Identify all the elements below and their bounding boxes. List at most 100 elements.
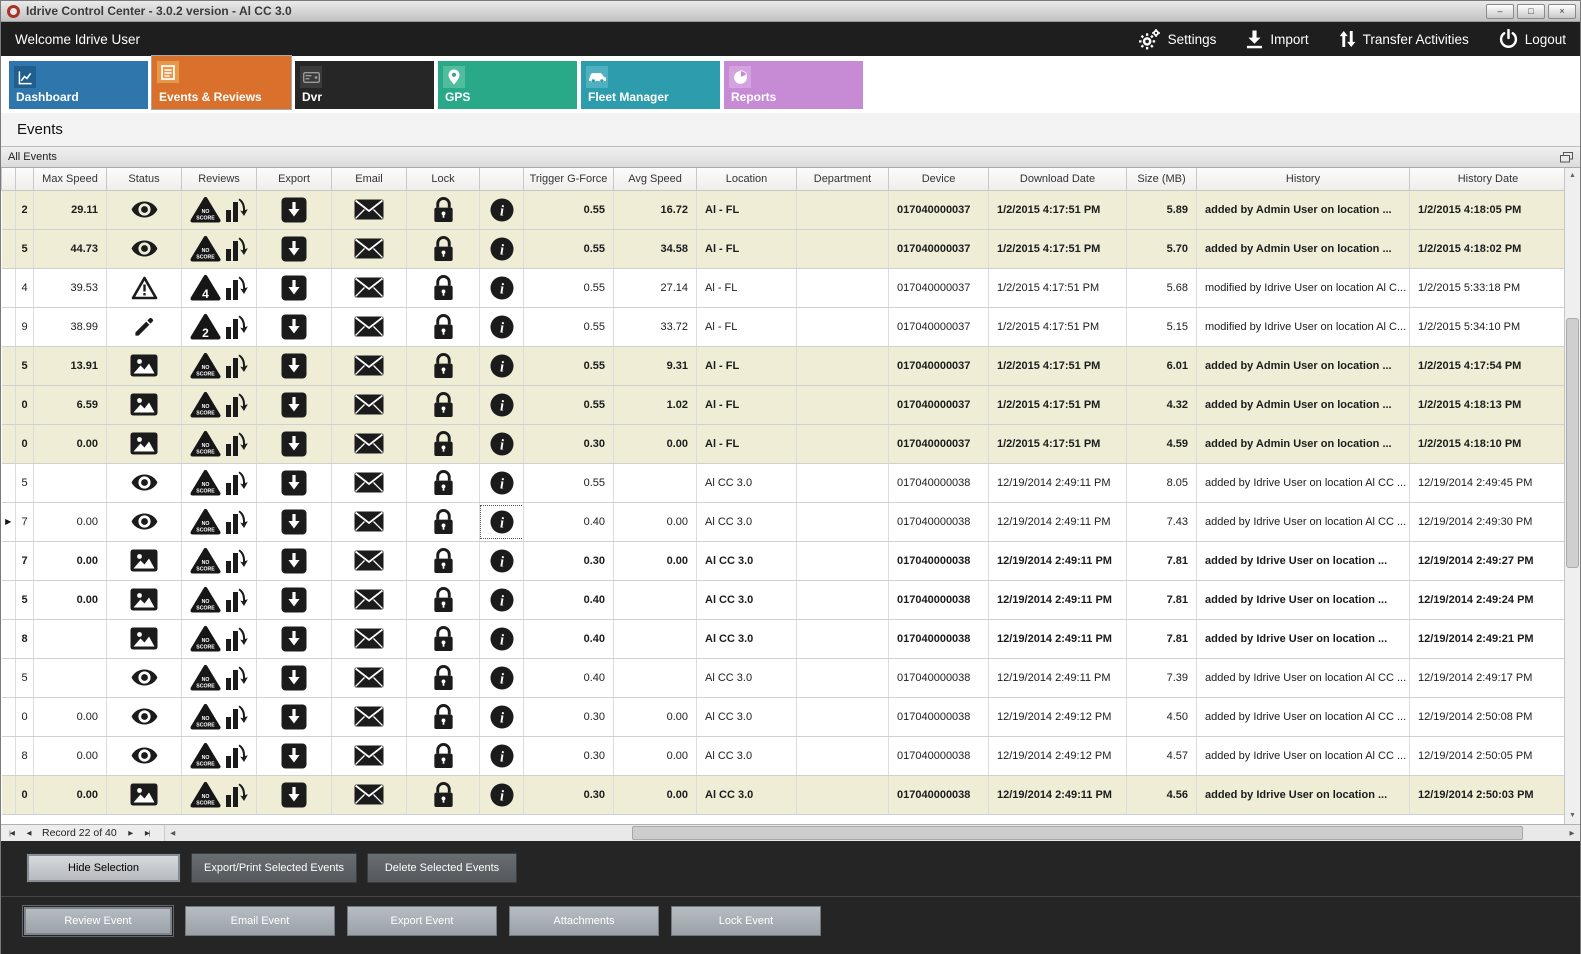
email-envelope-icon[interactable] (354, 394, 384, 415)
info-circle-icon[interactable]: i (490, 315, 514, 339)
review-chart-icon[interactable] (225, 743, 248, 769)
export-download-icon[interactable] (281, 665, 307, 691)
column-header-export[interactable]: Export (257, 168, 332, 190)
padlock-icon[interactable] (433, 626, 454, 652)
export-download-icon[interactable] (281, 626, 307, 652)
review-chart-icon[interactable] (225, 509, 248, 535)
event-row[interactable]: 70.00NOSCOREi0.300.00Al CC 3.00170400000… (2, 541, 1567, 580)
event-row[interactable]: 229.11NOSCOREi0.5516.72Al - FL0170400000… (2, 190, 1567, 229)
export-download-icon[interactable] (281, 275, 307, 301)
info-circle-icon[interactable]: i (490, 471, 514, 495)
export-download-icon[interactable] (281, 392, 307, 418)
column-header-lock[interactable]: Lock (407, 168, 480, 190)
column-header-history[interactable]: History (1197, 168, 1410, 190)
column-header-device[interactable]: Device (889, 168, 989, 190)
email-envelope-icon[interactable] (354, 784, 384, 805)
attachments-button[interactable]: Attachments (509, 906, 659, 936)
export-download-icon[interactable] (281, 548, 307, 574)
column-header-info[interactable] (480, 168, 524, 190)
review-chart-icon[interactable] (225, 236, 248, 262)
info-circle-icon[interactable]: i (490, 393, 514, 417)
email-envelope-icon[interactable] (354, 706, 384, 727)
tab-gps[interactable]: GPS (438, 61, 577, 109)
info-circle-icon[interactable]: i (490, 432, 514, 456)
no-score-badge[interactable]: NOSCORE (190, 508, 221, 536)
info-circle-icon[interactable]: i (490, 237, 514, 261)
padlock-icon[interactable] (433, 353, 454, 379)
info-circle-icon[interactable]: i (490, 354, 514, 378)
padlock-icon[interactable] (433, 236, 454, 262)
scroll-right-icon[interactable]: ▶ (1564, 825, 1580, 841)
settings-button[interactable]: Settings (1138, 28, 1217, 50)
padlock-icon[interactable] (433, 314, 454, 340)
export-download-icon[interactable] (281, 509, 307, 535)
export-download-icon[interactable] (281, 587, 307, 613)
export-print-selected-events-button[interactable]: Export/Print Selected Events (191, 853, 357, 883)
padlock-icon[interactable] (433, 743, 454, 769)
export-download-icon[interactable] (281, 236, 307, 262)
review-chart-icon[interactable] (225, 782, 248, 808)
export-download-icon[interactable] (281, 743, 307, 769)
email-envelope-icon[interactable] (354, 355, 384, 376)
event-row[interactable]: ▶70.00NOSCOREi0.400.00Al CC 3.0017040000… (2, 502, 1567, 541)
tab-events-reviews[interactable]: Events & Reviews (152, 56, 291, 109)
score-badge[interactable]: 2 (190, 313, 221, 341)
email-envelope-icon[interactable] (354, 511, 384, 532)
event-row[interactable]: 544.73NOSCOREi0.5534.58Al - FL0170400000… (2, 229, 1567, 268)
padlock-icon[interactable] (433, 392, 454, 418)
info-circle-icon[interactable]: i (490, 744, 514, 768)
no-score-badge[interactable]: NOSCORE (190, 469, 221, 497)
padlock-icon[interactable] (433, 548, 454, 574)
info-circle-icon[interactable]: i (490, 627, 514, 651)
no-score-badge[interactable]: NOSCORE (190, 586, 221, 614)
review-chart-icon[interactable] (225, 626, 248, 652)
padlock-icon[interactable] (433, 782, 454, 808)
no-score-badge[interactable]: NOSCORE (190, 625, 221, 653)
no-score-badge[interactable]: NOSCORE (190, 391, 221, 419)
no-score-badge[interactable]: NOSCORE (190, 430, 221, 458)
email-envelope-icon[interactable] (354, 433, 384, 454)
event-row[interactable]: 00.00NOSCOREi0.300.00Al - FL017040000037… (2, 424, 1567, 463)
scroll-down-icon[interactable]: ▼ (1565, 808, 1580, 824)
review-chart-icon[interactable] (225, 587, 248, 613)
info-circle-icon[interactable]: i (490, 588, 514, 612)
close-button[interactable]: × (1548, 4, 1576, 19)
column-header-reviews[interactable]: Reviews (182, 168, 257, 190)
export-download-icon[interactable] (281, 782, 307, 808)
tab-dashboard[interactable]: Dashboard (9, 61, 148, 109)
review-chart-icon[interactable] (225, 548, 248, 574)
tab-fleet-manager[interactable]: Fleet Manager (581, 61, 720, 109)
popout-icon[interactable] (1560, 152, 1573, 163)
event-row[interactable]: 06.59NOSCOREi0.551.02Al - FL017040000037… (2, 385, 1567, 424)
email-envelope-icon[interactable] (354, 199, 384, 220)
review-chart-icon[interactable] (225, 197, 248, 223)
transfer-activities-button[interactable]: Transfer Activities (1339, 29, 1469, 49)
export-event-button[interactable]: Export Event (347, 906, 497, 936)
vertical-scrollbar[interactable]: ▲ ▼ (1564, 168, 1580, 824)
padlock-icon[interactable] (433, 470, 454, 496)
info-circle-icon[interactable]: i (490, 276, 514, 300)
padlock-icon[interactable] (433, 275, 454, 301)
no-score-badge[interactable]: NOSCORE (190, 664, 221, 692)
event-row[interactable]: 00.00NOSCOREi0.300.00Al CC 3.00170400000… (2, 697, 1567, 736)
review-chart-icon[interactable] (225, 392, 248, 418)
event-row[interactable]: 50.00NOSCOREi0.40Al CC 3.001704000003812… (2, 580, 1567, 619)
tab-reports[interactable]: Reports (724, 61, 863, 109)
review-chart-icon[interactable] (225, 470, 248, 496)
import-button[interactable]: Import (1246, 30, 1308, 49)
info-circle-icon[interactable]: i (490, 666, 514, 690)
email-envelope-icon[interactable] (354, 667, 384, 688)
no-score-badge[interactable]: NOSCORE (190, 235, 221, 263)
maximize-button[interactable]: □ (1517, 4, 1545, 19)
column-header-download-date[interactable]: Download Date (989, 168, 1127, 190)
review-chart-icon[interactable] (225, 314, 248, 340)
hide-selection-button[interactable]: Hide Selection (26, 853, 181, 883)
event-row[interactable]: 938.992i0.5533.72Al - FL0170400000371/2/… (2, 307, 1567, 346)
delete-selected-events-button[interactable]: Delete Selected Events (367, 853, 517, 883)
padlock-icon[interactable] (433, 431, 454, 457)
tab-dvr[interactable]: Dvr (295, 61, 434, 109)
padlock-icon[interactable] (433, 587, 454, 613)
email-envelope-icon[interactable] (354, 238, 384, 259)
email-envelope-icon[interactable] (354, 628, 384, 649)
padlock-icon[interactable] (433, 704, 454, 730)
